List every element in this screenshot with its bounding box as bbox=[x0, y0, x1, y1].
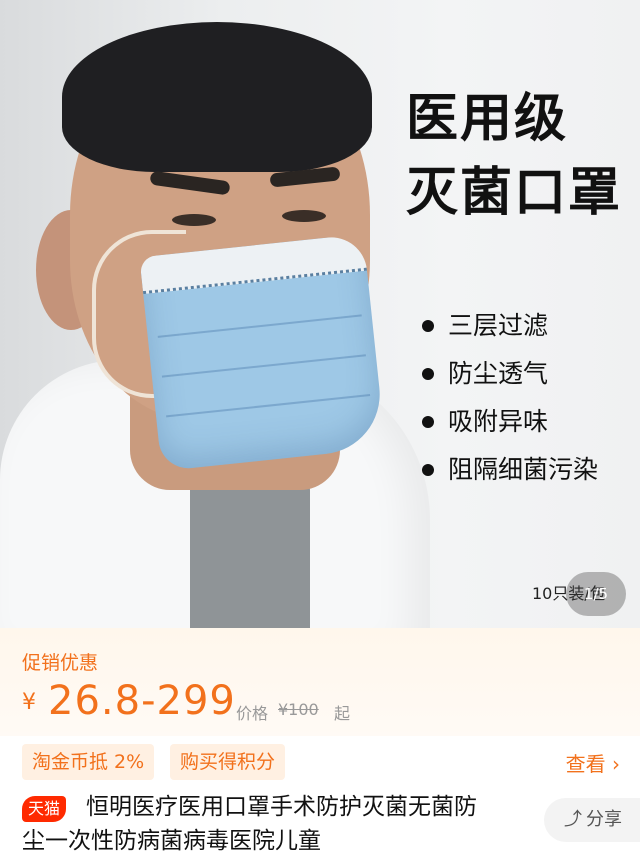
eye-right bbox=[282, 210, 326, 222]
product-title-line-2: 尘一次性防病菌病毒医院儿童 bbox=[22, 828, 321, 854]
bullet-icon bbox=[422, 368, 434, 380]
feature-item: 阻隔细菌污染 bbox=[422, 446, 598, 494]
currency-symbol: ¥ bbox=[22, 690, 36, 715]
share-button[interactable]: ⤴ 分享 bbox=[544, 798, 640, 842]
original-price-suffix: 起 bbox=[334, 704, 351, 723]
headline-line-2: 灭菌口罩 bbox=[406, 163, 623, 223]
benefit-tags-row: 淘金币抵 2% 购买得积分 查看 › bbox=[0, 736, 640, 784]
view-more-link[interactable]: 查看 › bbox=[566, 748, 620, 777]
share-icon: ⤴ bbox=[564, 809, 582, 830]
mask-pleat bbox=[161, 354, 366, 378]
tmall-badge: 天猫 bbox=[22, 796, 67, 822]
headline-line-1: 医用级 bbox=[406, 89, 569, 149]
current-price: 26.8-299 bbox=[48, 678, 236, 724]
bullet-icon bbox=[422, 464, 434, 476]
feature-item: 吸附异味 bbox=[422, 398, 598, 446]
product-title-row: 天猫 恒明医疗医用口罩手术防护灭菌无菌防 尘一次性防病菌病毒医院儿童 ⤴ 分享 bbox=[0, 784, 640, 864]
original-price: ¥100 bbox=[278, 700, 319, 719]
original-price-label: 价格 bbox=[236, 704, 269, 723]
tag-points[interactable]: 购买得积分 bbox=[170, 744, 286, 780]
feature-item: 防尘透气 bbox=[422, 350, 598, 398]
hero-headline: 医用级 灭菌口罩 bbox=[406, 82, 622, 230]
eye-left bbox=[172, 214, 216, 226]
product-image[interactable]: 医用级 灭菌口罩 三层过滤 防尘透气 吸附异味 阻隔细菌污染 10只装/包 1/… bbox=[0, 0, 640, 628]
image-counter: 1/5 bbox=[566, 572, 626, 616]
share-label: 分享 bbox=[586, 809, 622, 830]
surgical-mask bbox=[139, 233, 386, 472]
tag-taojinbi[interactable]: 淘金币抵 2% bbox=[22, 744, 155, 780]
mask-pleat bbox=[166, 393, 371, 418]
mask-pleat bbox=[157, 314, 362, 338]
hair bbox=[62, 22, 372, 172]
promo-price-bar: 促销优惠 ¥ 26.8-299 价格 ¥100 起 bbox=[0, 628, 640, 736]
feature-list: 三层过滤 防尘透气 吸附异味 阻隔细菌污染 bbox=[422, 302, 598, 494]
shirt bbox=[190, 470, 310, 628]
feature-item: 三层过滤 bbox=[422, 302, 598, 350]
product-title: 恒明医疗医用口罩手术防护灭菌无菌防 尘一次性防病菌病毒医院儿童 bbox=[22, 790, 536, 854]
bullet-icon bbox=[422, 320, 434, 332]
product-title-line-1: 恒明医疗医用口罩手术防护灭菌无菌防 bbox=[86, 794, 477, 820]
promo-label: 促销优惠 bbox=[22, 652, 99, 674]
bullet-icon bbox=[422, 416, 434, 428]
